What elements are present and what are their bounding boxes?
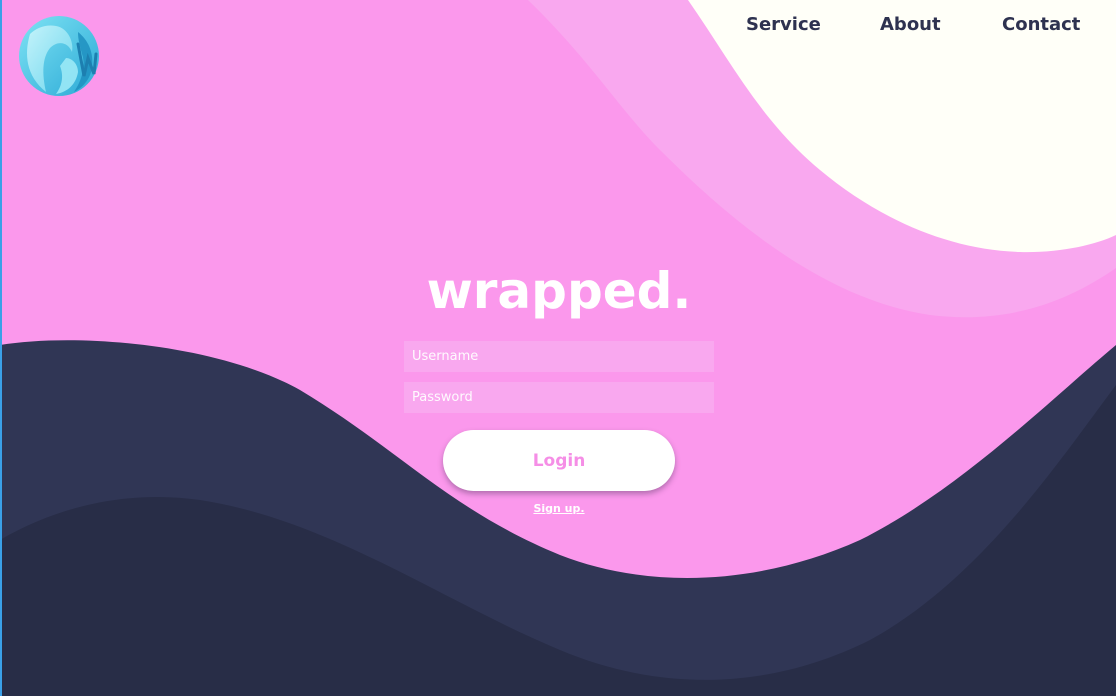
top-nav: Service About Contact [720, 12, 1092, 40]
password-input[interactable] [404, 382, 714, 413]
nav-link-service[interactable]: Service [746, 12, 821, 38]
wrapped-logo-icon[interactable] [16, 14, 102, 98]
logo-graphic [19, 16, 99, 96]
username-input[interactable] [404, 341, 714, 372]
page-left-edge [0, 0, 2, 696]
login-button[interactable]: Login [443, 430, 675, 491]
nav-link-contact[interactable]: Contact [1002, 12, 1080, 38]
brand-title: wrapped. [426, 262, 692, 320]
nav-link-about[interactable]: About [880, 12, 941, 38]
signup-link[interactable]: Sign up. [443, 500, 675, 518]
